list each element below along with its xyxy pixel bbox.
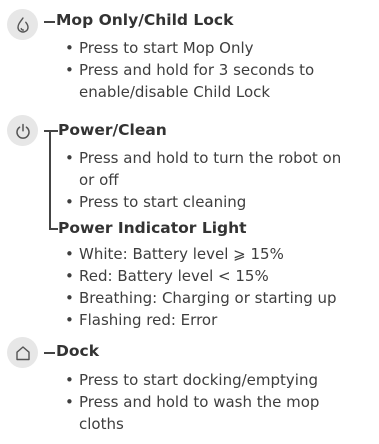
section-title-dock: Dock bbox=[56, 342, 100, 360]
list-item: White: Battery level ⩾ 15% bbox=[65, 243, 375, 265]
list-item: Flashing red: Error bbox=[65, 309, 375, 331]
power-button-icon-badge bbox=[7, 115, 38, 146]
mop-drop-icon bbox=[16, 16, 29, 33]
section-title-power-clean: Power/Clean bbox=[58, 121, 167, 139]
list-item: Breathing: Charging or starting up bbox=[65, 287, 375, 309]
list-item: Press to start cleaning bbox=[65, 191, 355, 213]
list-item: Red: Battery level < 15% bbox=[65, 265, 375, 287]
section-list-power-indicator: White: Battery level ⩾ 15% Red: Battery … bbox=[65, 243, 375, 331]
section-list-dock: Press to start docking/emptying Press an… bbox=[65, 369, 355, 435]
section-list-mop-only: Press to start Mop Only Press and hold f… bbox=[65, 37, 365, 103]
list-item: Press and hold for 3 seconds to enable/d… bbox=[65, 59, 365, 103]
bracket-line bbox=[49, 130, 51, 230]
section-list-power-clean: Press and hold to turn the robot on or o… bbox=[65, 147, 355, 213]
list-item: Press to start Mop Only bbox=[65, 37, 365, 59]
section-title-mop-only: Mop Only/Child Lock bbox=[56, 11, 234, 29]
list-item: Press and hold to wash the mop cloths bbox=[65, 391, 355, 435]
list-item: Press and hold to turn the robot on or o… bbox=[65, 147, 355, 191]
heading-connector bbox=[44, 352, 55, 354]
bracket-bottom bbox=[49, 228, 58, 230]
home-dock-icon bbox=[15, 345, 30, 360]
dock-button-icon-badge bbox=[7, 337, 38, 368]
section-title-power-indicator: Power Indicator Light bbox=[58, 219, 247, 237]
bracket-top bbox=[49, 130, 58, 132]
list-item: Press to start docking/emptying bbox=[65, 369, 355, 391]
mop-only-button-icon-badge bbox=[7, 9, 38, 40]
heading-connector bbox=[44, 21, 55, 23]
power-icon bbox=[15, 123, 30, 139]
